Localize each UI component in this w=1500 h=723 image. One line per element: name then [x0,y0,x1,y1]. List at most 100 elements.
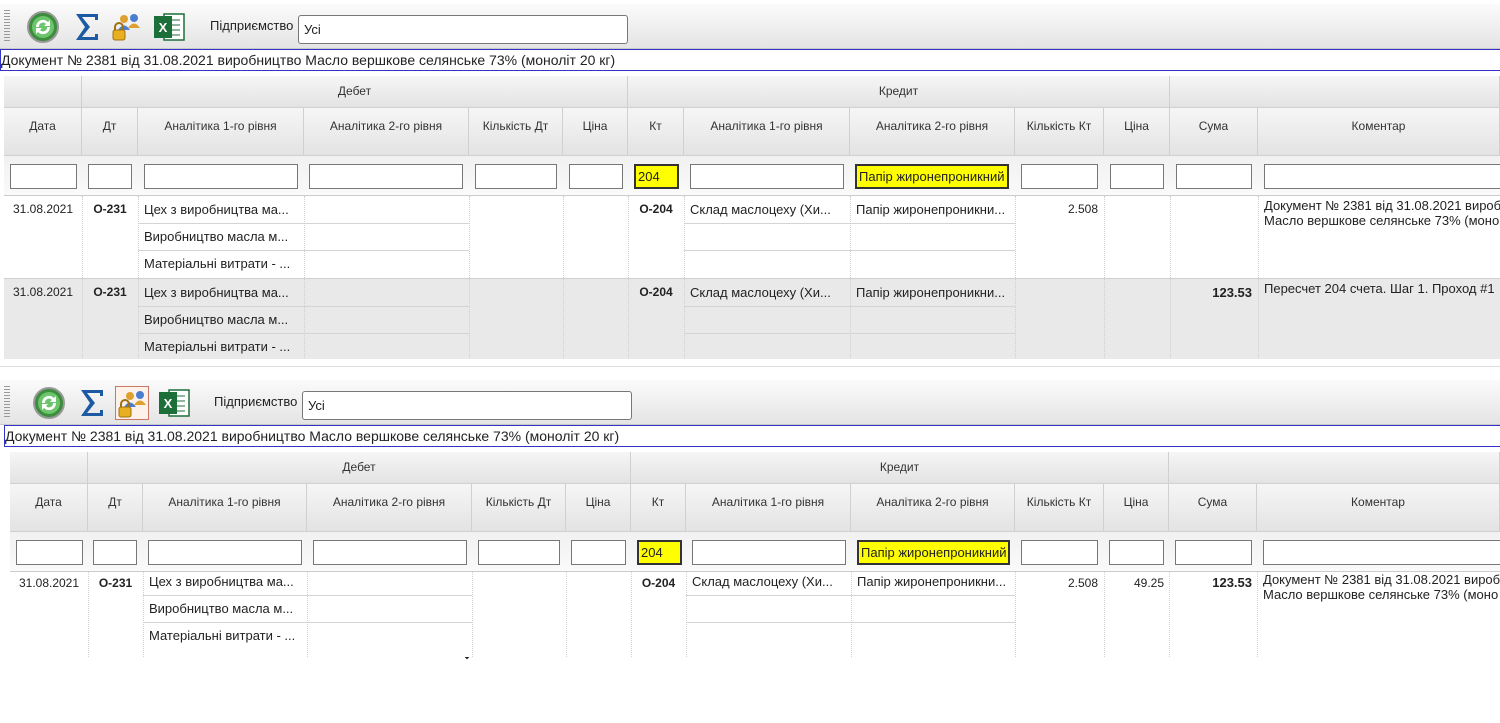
cell-dt: О-231 [93,202,127,216]
col-divider [469,196,470,358]
cell-dt-analytics-2: Виробництво масла м... [149,601,294,616]
col-header-date[interactable]: Дата [10,484,88,532]
col-header-comment[interactable]: Коментар [1257,484,1500,532]
col-divider [307,572,308,657]
cell-kt-an1: Склад маслоцеху (Хи... [690,202,831,217]
filter-kt[interactable]: 204 [634,164,679,189]
col-divider [88,572,89,657]
col-header-an2-kt[interactable]: Аналітика 2-го рівня [850,108,1015,156]
sum-button[interactable] [75,386,109,420]
toolbar-grip[interactable] [4,386,10,418]
filter-qty-kt[interactable] [1021,164,1098,189]
cell-dt-analytics-2: Виробництво масла м... [144,312,289,327]
cell-kt-an2: Папір жиронепроникни... [856,202,1006,217]
filter-comment[interactable] [1264,164,1500,189]
table-row[interactable]: 31.08.2021 О-231 Цех з виробництва ма...… [4,196,1500,278]
filter-an2-kt[interactable]: Папір жиронепроникний [855,164,1009,189]
users-lock-button[interactable] [110,10,144,44]
excel-export-button[interactable]: X [157,386,191,420]
col-header-price-kt[interactable]: Ціна [1104,484,1169,532]
toolbar-grip[interactable] [4,10,10,42]
col-header-an2-kt[interactable]: Аналітика 2-го рівня [851,484,1015,532]
filter-date[interactable] [16,540,83,565]
col-divider [82,196,83,358]
cell-qty-kt: 2.508 [1067,202,1098,216]
cell-comment-line-1: Документ № 2381 від 31.08.2021 вироб [1263,572,1500,587]
filter-dt[interactable] [88,164,132,189]
filter-qty-dt[interactable] [478,540,560,565]
col-divider [1258,196,1259,358]
col-divider [628,196,629,358]
cell-dt-analytics-3: Матеріальні витрати - ... [144,339,291,354]
enterprise-select[interactable]: Усі [302,391,632,660]
filter-an2-dt[interactable] [309,164,463,189]
col-header-kt[interactable]: Кт [631,484,686,532]
cell-dt: О-231 [98,576,133,590]
col-header-dt[interactable]: Дт [88,484,143,532]
col-header-an2-dt[interactable]: Аналітика 2-го рівня [304,108,469,156]
filter-price-dt[interactable] [571,540,626,565]
col-divider [566,572,567,657]
col-divider [850,196,851,358]
refresh-button[interactable] [32,386,66,420]
filter-an1-dt[interactable] [148,540,302,565]
table-row[interactable]: 31.08.2021 О-231 Цех з виробництва ма...… [10,572,1500,657]
group-header-spacer [4,76,82,108]
col-header-qty-kt[interactable]: Кількість Кт [1015,484,1104,532]
col-divider [563,196,564,358]
enterprise-select[interactable]: Усі [298,15,628,284]
sum-icon [81,390,103,416]
col-header-qty-kt[interactable]: Кількість Кт [1015,108,1104,156]
entries-grid: Дебет Кредит Дата Дт Аналітика 1-го рівн… [4,76,1500,359]
refresh-icon [33,387,65,419]
filter-an1-kt[interactable] [690,164,844,189]
excel-export-button[interactable]: X [152,10,186,44]
col-divider [143,572,144,657]
col-header-price-kt[interactable]: Ціна [1104,108,1170,156]
col-header-dt[interactable]: Дт [82,108,138,156]
cell-kt: О-204 [639,285,673,299]
col-header-qty-dt[interactable]: Кількість Дт [469,108,563,156]
col-header-sum[interactable]: Сума [1169,484,1257,532]
filter-price-kt[interactable] [1110,164,1164,189]
filter-sum[interactable] [1175,540,1252,565]
filter-price-dt[interactable] [569,164,623,189]
col-header-an1-dt[interactable]: Аналітика 1-го рівня [138,108,304,156]
cell-comment-line-2: Масло вершкове селянське 73% (моно [1263,587,1499,602]
filter-price-kt[interactable] [1109,540,1164,565]
col-header-an1-kt[interactable]: Аналітика 1-го рівня [686,484,851,532]
col-header-an1-dt[interactable]: Аналітика 1-го рівня [143,484,307,532]
filter-kt[interactable]: 204 [637,540,682,565]
filter-qty-dt[interactable] [475,164,557,189]
filter-an2-kt[interactable]: Папір жиронепроникний [857,540,1010,565]
filter-comment[interactable] [1263,540,1500,565]
group-header-debit: Дебет [88,452,631,484]
filter-an1-kt[interactable] [692,540,846,565]
col-header-comment[interactable]: Коментар [1258,108,1500,156]
filter-an1-dt[interactable] [144,164,298,189]
filter-sum[interactable] [1176,164,1252,189]
filter-an2-dt[interactable] [313,540,467,565]
col-divider [1170,196,1171,358]
col-header-qty-dt[interactable]: Кількість Дт [472,484,566,532]
filter-date[interactable] [10,164,77,189]
col-divider [631,572,632,657]
table-row[interactable]: 31.08.2021 О-231 Цех з виробництва ма...… [4,278,1500,359]
group-header-debit: Дебет [82,76,628,108]
cell-date: 31.08.2021 [12,285,74,299]
col-header-an2-dt[interactable]: Аналітика 2-го рівня [307,484,472,532]
filter-dt[interactable] [93,540,137,565]
sum-button[interactable] [70,10,104,44]
refresh-button[interactable] [26,10,60,44]
cell-kt: О-204 [639,202,673,216]
filter-qty-kt[interactable] [1021,540,1098,565]
col-header-price-dt[interactable]: Ціна [563,108,628,156]
col-header-an1-kt[interactable]: Аналітика 1-го рівня [684,108,850,156]
col-header-sum[interactable]: Сума [1170,108,1258,156]
col-header-price-dt[interactable]: Ціна [566,484,631,532]
col-divider [686,572,687,657]
users-lock-button[interactable] [115,386,149,420]
col-header-kt[interactable]: Кт [628,108,684,156]
col-header-date[interactable]: Дата [4,108,82,156]
group-header-spacer [10,452,88,484]
